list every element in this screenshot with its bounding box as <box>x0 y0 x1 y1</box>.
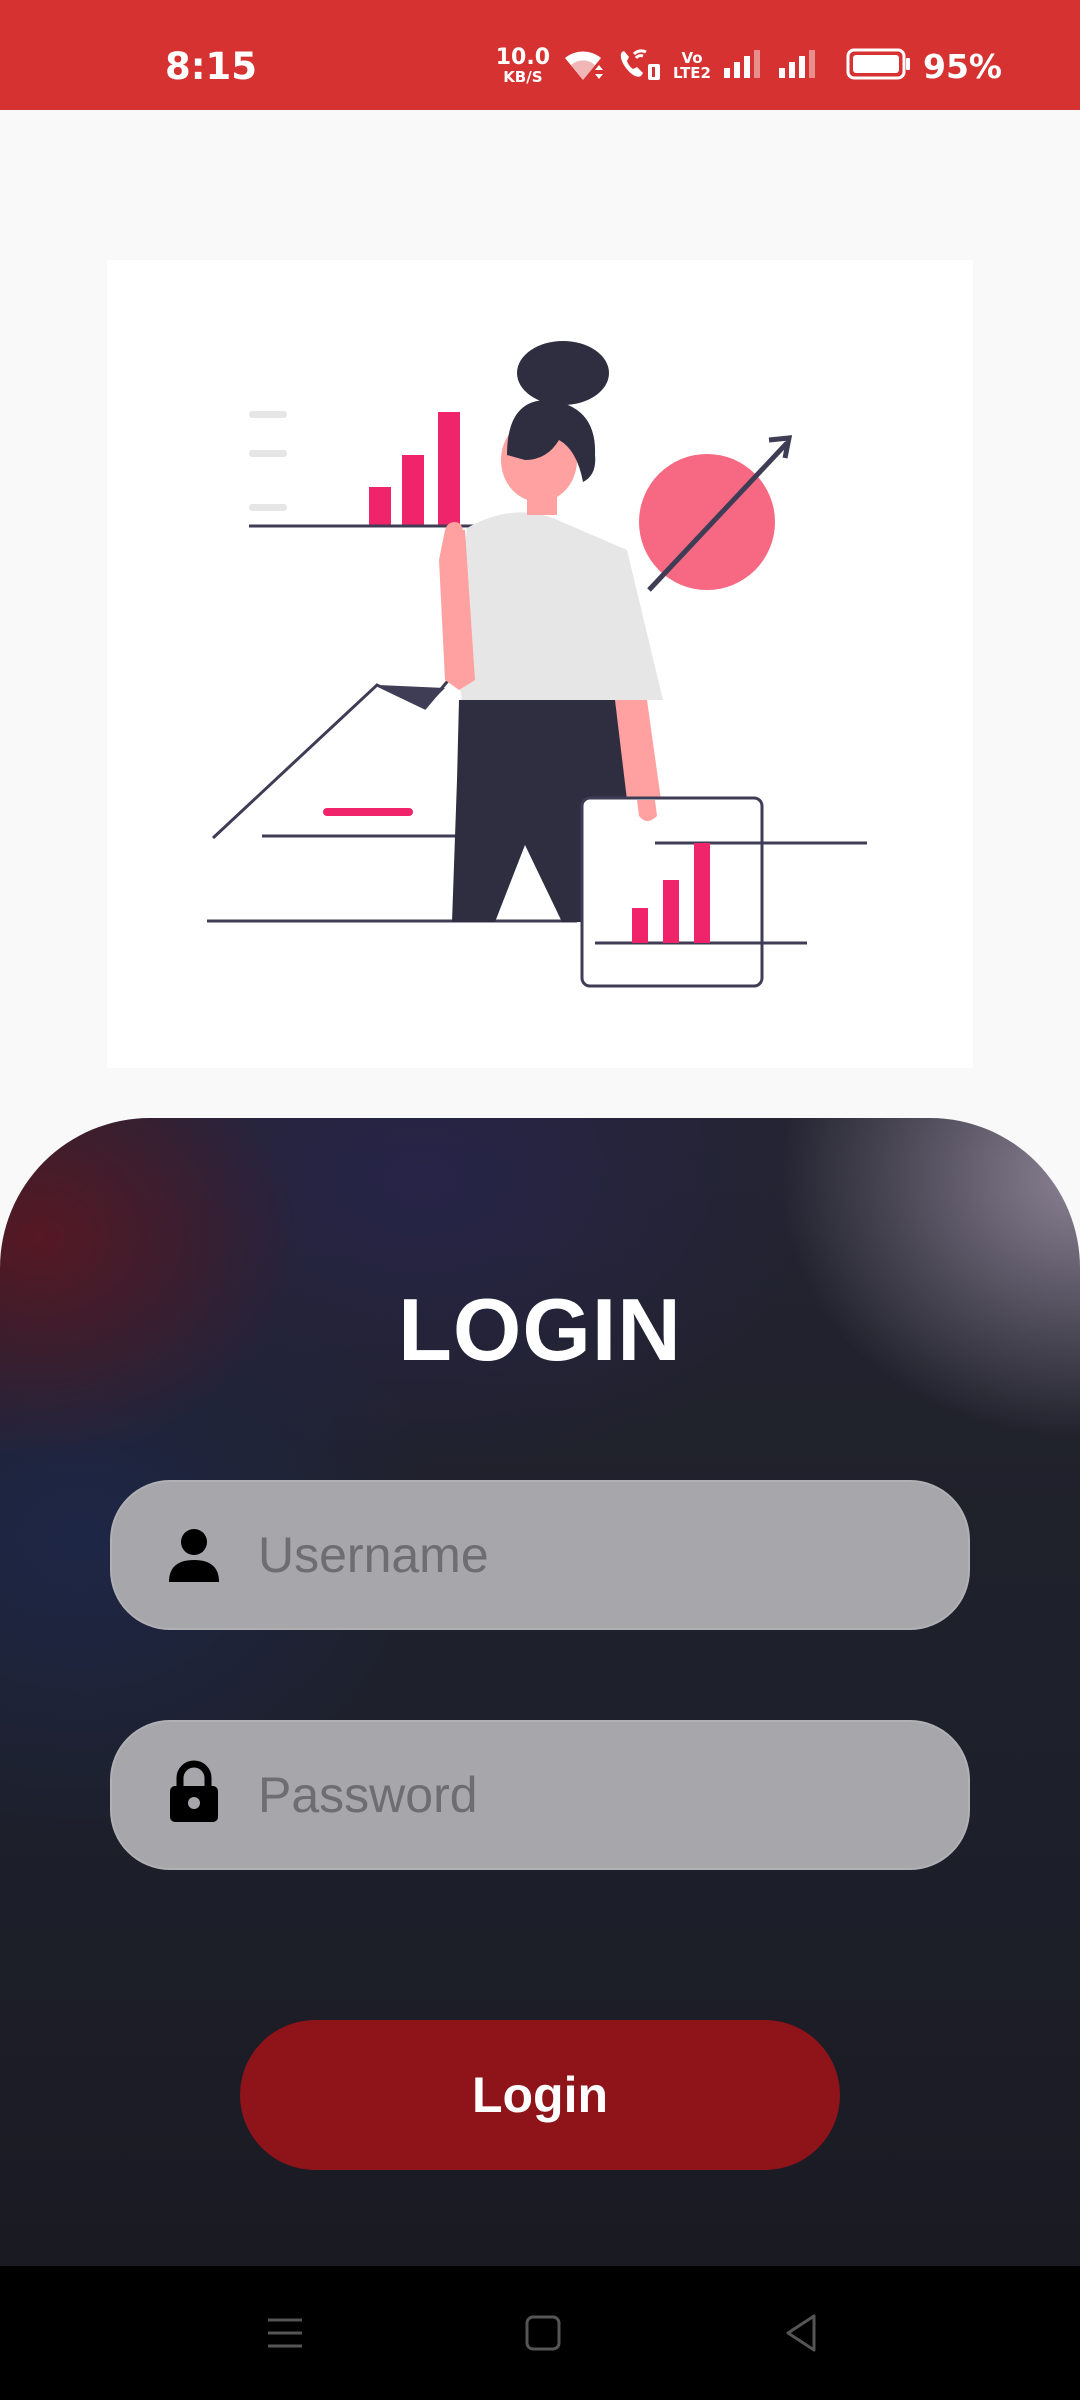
status-bar: 8:15 10.0 KB/S Vo LTE2 95% <box>0 0 1080 110</box>
username-input[interactable]: Username <box>110 1480 970 1630</box>
username-placeholder: Username <box>258 1527 489 1583</box>
bar-chart-top-left <box>249 411 483 528</box>
battery-percent: 95% <box>923 46 1002 86</box>
lock-icon <box>166 1760 222 1826</box>
login-button[interactable]: Login <box>240 2020 840 2170</box>
login-title: LOGIN <box>398 1280 682 1379</box>
signal-icon <box>777 48 821 85</box>
volte-bottom: LTE2 <box>673 64 711 82</box>
password-input[interactable]: Password <box>110 1720 970 1870</box>
wifi-call-icon <box>616 46 662 87</box>
status-icons: 10.0 KB/S Vo LTE2 95% <box>496 46 1002 86</box>
signal-icon <box>722 48 766 85</box>
navigation-bar <box>0 2266 1080 2400</box>
password-placeholder: Password <box>258 1767 478 1823</box>
login-panel: LOGIN Username Password Login <box>0 1118 1080 2266</box>
battery-icon <box>846 48 912 85</box>
bar-chart-bottom-right <box>580 796 867 988</box>
analytics-woman-illustration <box>107 260 973 1068</box>
volte-icon: Vo LTE2 <box>673 51 711 81</box>
menu-icon[interactable] <box>260 2308 310 2358</box>
person-icon <box>166 1526 222 1586</box>
home-icon[interactable] <box>518 2308 568 2358</box>
wifi-icon <box>561 46 605 87</box>
back-icon[interactable] <box>776 2308 826 2358</box>
network-speed-unit: KB/S <box>503 68 543 86</box>
network-speed-value: 10.0 <box>495 45 550 70</box>
status-time: 8:15 <box>165 45 258 88</box>
network-speed: 10.0 KB/S <box>496 47 550 85</box>
